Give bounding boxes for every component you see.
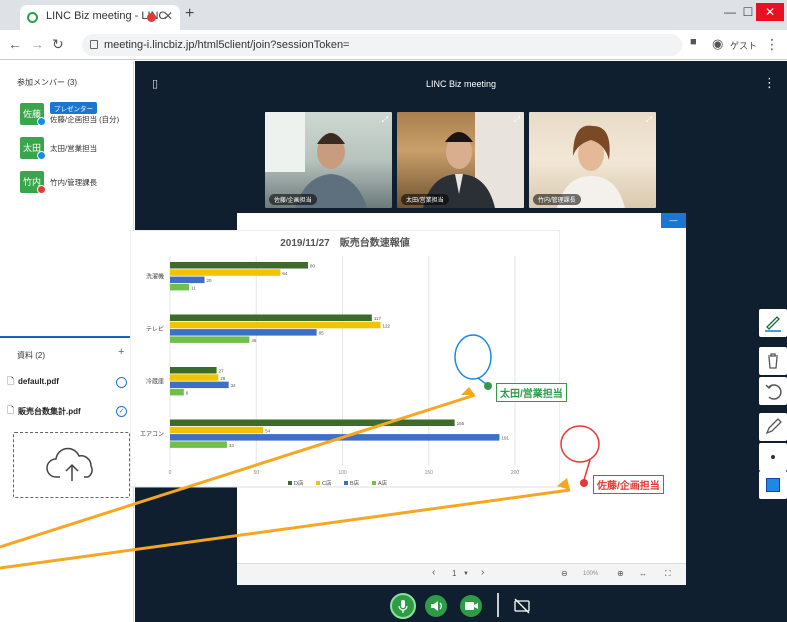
cursor-label-sato: 佐藤/企画担当 [593,475,664,494]
ink-circle-red [560,425,600,463]
ink-circle-blue [454,334,492,380]
pointer-dot-red [580,479,588,487]
cursor-label-ota: 太田/営業担当 [496,383,567,402]
annotation-overlay [0,334,600,570]
pointer-dot-green [484,382,492,390]
